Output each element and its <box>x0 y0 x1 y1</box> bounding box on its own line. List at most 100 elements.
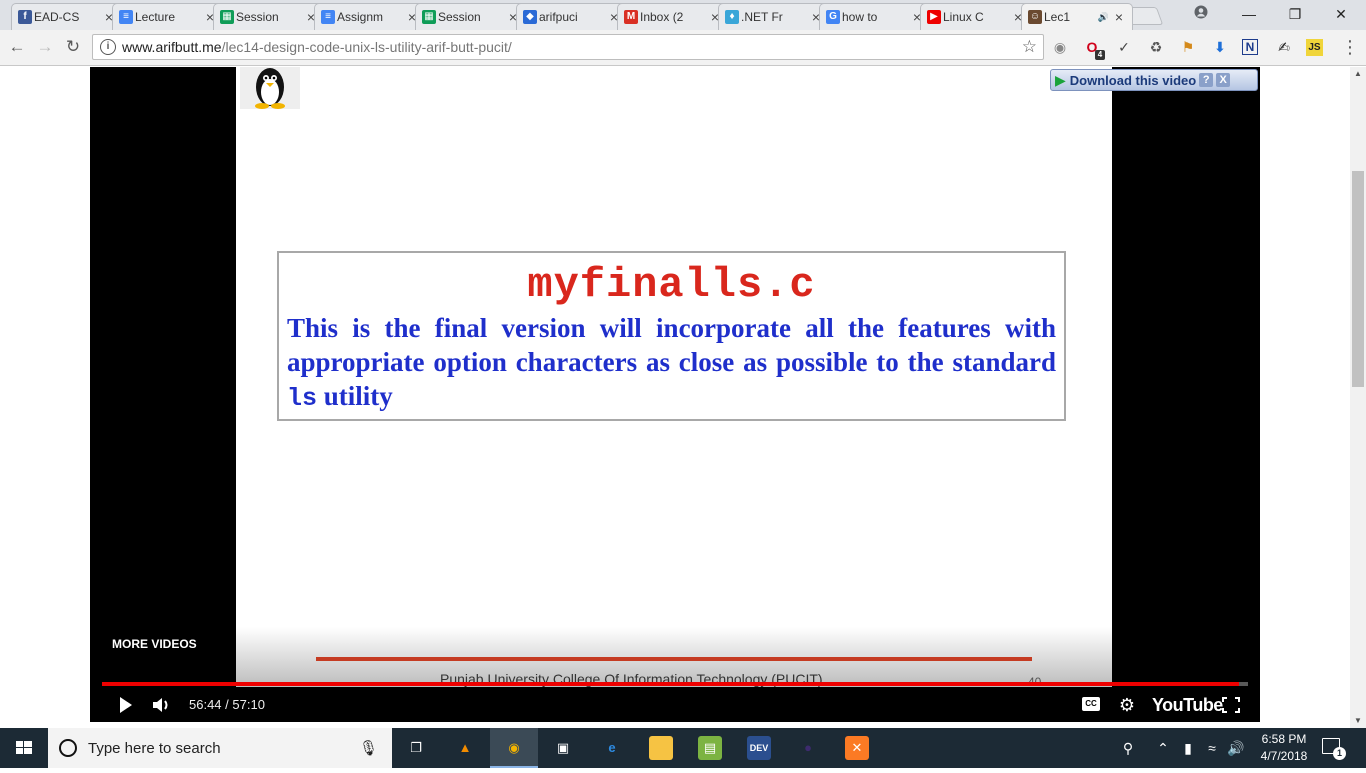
cortana-icon <box>59 739 77 757</box>
time-current: 56:44 <box>189 697 222 712</box>
browser-tab[interactable]: ▶ Linux C × <box>920 3 1032 30</box>
store-icon[interactable]: ▣ <box>551 736 575 760</box>
people-icon[interactable]: ⚲ <box>1118 738 1138 758</box>
scroll-up-icon[interactable]: ▲ <box>1350 67 1366 81</box>
page-scrollbar[interactable]: ▲ ▼ <box>1350 67 1366 728</box>
minimize-button[interactable]: — <box>1226 0 1272 30</box>
browser-tab[interactable]: Ghow to × <box>819 3 931 30</box>
browser-tab[interactable]: ♦ .NET Fr × <box>718 3 830 30</box>
help-icon[interactable]: ? <box>1199 73 1214 87</box>
tab-strip: f EAD-CS × ≡ Lecture × ▦ Session × ≡ Assignm × ▦ Sess… <box>0 0 1366 30</box>
settings-gear-icon[interactable]: ⚙ <box>1116 693 1138 717</box>
wifi-icon[interactable]: ≈ <box>1202 738 1222 758</box>
tab-title: arifpuci <box>539 10 578 24</box>
video-player[interactable]: myfinalls.c This is the final version wi… <box>90 67 1260 722</box>
video-progress-fill <box>102 682 1240 686</box>
chrome-menu-icon[interactable]: ⋮ <box>1341 36 1359 58</box>
browser-tab[interactable]: ≡ Assignm × <box>314 3 426 30</box>
tab-title: Inbox (2 <box>640 10 684 24</box>
tab-title: Assignm <box>337 10 384 24</box>
more-videos-label[interactable]: MORE VIDEOS <box>112 637 197 651</box>
battery-icon[interactable]: ▮ <box>1178 738 1198 758</box>
xampp-icon[interactable]: ✕ <box>845 736 869 760</box>
show-hidden-icons-icon[interactable]: ⌃ <box>1154 738 1172 758</box>
sheet-app-icon[interactable]: ▤ <box>698 736 722 760</box>
volume-icon[interactable] <box>150 693 174 717</box>
profile-icon[interactable] <box>1178 0 1224 30</box>
speaker-icon[interactable]: 🔊 <box>1098 12 1109 23</box>
google-sheets-icon: ▦ <box>422 10 436 24</box>
start-button[interactable] <box>0 728 48 768</box>
play-icon[interactable] <box>114 693 138 717</box>
close-download-bar-icon[interactable]: X <box>1216 73 1231 87</box>
search-placeholder: Type here to search <box>88 739 221 757</box>
url-path: /lec14-design-code-unix-ls-utility-arif-… <box>221 39 512 55</box>
n-icon[interactable]: N <box>1242 39 1258 55</box>
tab-title: Session <box>438 10 481 24</box>
taskbar-clock[interactable]: 6:58 PM 4/7/2018 <box>1249 731 1319 765</box>
js-icon[interactable]: JS <box>1306 39 1323 56</box>
captions-button[interactable]: CC <box>1082 697 1100 711</box>
video-progress-bar[interactable] <box>102 682 1248 686</box>
slide-description: This is the final version will incorpora… <box>287 311 1056 416</box>
browser-tab[interactable]: ☺ Lec1 🔊 × <box>1021 3 1133 30</box>
windows-logo-icon <box>16 741 32 754</box>
forward-button[interactable]: → <box>34 36 56 58</box>
devcpp-icon[interactable]: DEV <box>747 736 771 760</box>
notification-count: 1 <box>1333 747 1346 760</box>
download-icon[interactable]: ⬇ <box>1210 37 1230 57</box>
download-video-label[interactable]: Download this video <box>1070 73 1196 88</box>
clock-time: 6:58 PM <box>1261 732 1307 746</box>
vlc-icon[interactable]: ▲ <box>453 736 477 760</box>
bookmark-icon[interactable]: ⚑ <box>1178 37 1198 57</box>
chrome-icon[interactable]: ◉ <box>502 736 526 760</box>
shield-icon: ◆ <box>523 10 537 24</box>
slide-desc-mono: ls <box>287 384 318 413</box>
browser-tab[interactable]: ▦ Session × <box>213 3 325 30</box>
facebook-icon: f <box>18 10 32 24</box>
site-info-icon[interactable]: i <box>100 39 116 55</box>
restore-button[interactable]: ❐ <box>1272 0 1318 30</box>
browser-tab[interactable]: f EAD-CS × <box>11 3 123 30</box>
reload-button[interactable]: ↻ <box>62 36 84 58</box>
video-timecode: 56:44 / 57:10 <box>189 697 265 712</box>
close-window-button[interactable]: ✕ <box>1318 0 1364 30</box>
time-separator: / <box>221 697 233 712</box>
action-center-icon[interactable]: 1 <box>1322 738 1346 760</box>
slide-desc-part1: This is the final version will incorpora… <box>287 313 1056 377</box>
youtube-logo[interactable]: YouTube <box>1152 695 1223 716</box>
browser-tab[interactable]: ≡ Lecture × <box>112 3 224 30</box>
bulb-icon: ♦ <box>725 10 739 24</box>
google-sheets-icon: ▦ <box>220 10 234 24</box>
recycle-icon[interactable]: ♻ <box>1146 37 1166 57</box>
browser-tab[interactable]: ▦ Session × <box>415 3 527 30</box>
video-controls: 56:44 / 57:10 CC ⚙ YouTube <box>90 689 1260 721</box>
opera-icon[interactable]: O4 <box>1082 37 1105 60</box>
address-bar[interactable]: i www.arifbutt.me /lec14-design-code-uni… <box>92 34 1044 60</box>
file-explorer-icon[interactable]: ▬ <box>649 736 673 760</box>
eyedropper-icon[interactable]: ✓ <box>1114 37 1134 57</box>
fullscreen-icon[interactable] <box>1220 693 1242 717</box>
scroll-down-icon[interactable]: ▼ <box>1350 714 1366 728</box>
speaker-tray-icon[interactable]: 🔊 <box>1226 738 1246 758</box>
microphone-icon[interactable]: 🎙 <box>359 739 378 757</box>
tab-title: Session <box>236 10 279 24</box>
close-tab-icon[interactable]: × <box>1112 9 1126 25</box>
task-view-icon[interactable]: ❐ <box>404 736 428 760</box>
url-host: www.arifbutt.me <box>122 39 222 55</box>
eclipse-icon[interactable]: ● <box>796 736 820 760</box>
scrollbar-thumb[interactable] <box>1352 171 1364 387</box>
tab-title: EAD-CS <box>34 10 80 24</box>
time-total: 57:10 <box>232 697 265 712</box>
taskbar-search-box[interactable]: Type here to search 🎙 <box>48 728 392 768</box>
puzzle-icon[interactable]: ✍ <box>1274 37 1294 57</box>
back-button[interactable]: ← <box>6 36 28 58</box>
ext-1-icon[interactable]: ◉ <box>1050 37 1070 57</box>
download-video-bar[interactable]: ▶ Download this video ? X <box>1050 69 1258 91</box>
google-docs-icon: ≡ <box>119 10 133 24</box>
bookmark-star-icon[interactable]: ☆ <box>1022 37 1037 57</box>
browser-tab[interactable]: ◆ arifpuci × <box>516 3 628 30</box>
browser-tab[interactable]: M Inbox (2 × <box>617 3 729 30</box>
edge-icon[interactable]: e <box>600 736 624 760</box>
tab-title: .NET Fr <box>741 10 783 24</box>
